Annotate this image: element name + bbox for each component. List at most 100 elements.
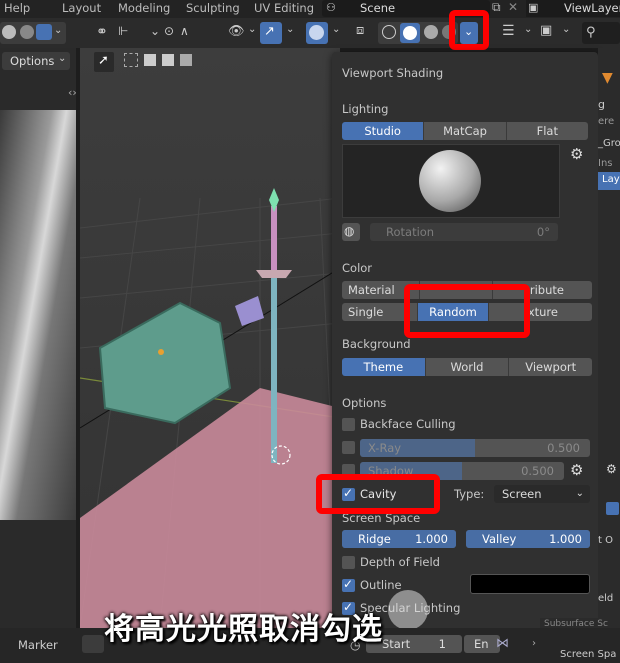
visibility-eye-icon[interactable]: 👁	[228, 24, 245, 39]
tab-sculpting[interactable]: Sculpting	[186, 1, 240, 15]
gear-icon[interactable]: ⚙	[570, 145, 583, 163]
new-scene-icon[interactable]: ⧉	[492, 0, 501, 15]
select-extend-icon[interactable]	[144, 54, 156, 66]
background-viewport-option[interactable]: Viewport	[509, 358, 592, 376]
gear-icon[interactable]: ⚙	[570, 461, 583, 479]
select-subtract-icon[interactable]	[162, 54, 174, 66]
chevron-down-icon[interactable]: ⌄	[332, 24, 340, 35]
chevron-down-icon[interactable]: ⌄	[562, 24, 570, 35]
rendered-shading-icon[interactable]	[36, 24, 52, 40]
options-label: Options	[10, 54, 55, 68]
outline-checkbox[interactable]	[342, 577, 355, 592]
rotation-label: Rotation	[386, 225, 435, 239]
wireframe-shading-icon[interactable]	[382, 25, 396, 39]
display-mode-icon[interactable]: ▣	[540, 23, 552, 38]
solid-shading-icon[interactable]	[2, 25, 16, 39]
screen-space-panel-label[interactable]: Screen Spa	[560, 649, 616, 660]
rotation-field[interactable]: Rotation 0°	[370, 223, 558, 241]
marker-menu[interactable]: Marker	[18, 638, 58, 652]
record-toggle[interactable]	[82, 635, 104, 653]
viewport-header: ⌄ ⚭ ⊩ ⌄ ⊙ ∧ 👁 ⌄ ↗ ⌄ ⌄ ⧈ ⌄ ☰ ⌄ ▣ ⌄ ⚲	[0, 10, 620, 50]
keyframe-nodes-icon[interactable]: ⋈	[496, 636, 509, 651]
gizmo-toggle-button[interactable]: ↗	[260, 22, 282, 44]
right-ere-label: ere	[598, 116, 615, 127]
rotation-value: 0°	[536, 225, 550, 239]
workspace-tabs-bar: Help Layout Modeling Sculpting UV Editin…	[0, 0, 620, 18]
background-theme-option[interactable]: Theme	[342, 358, 426, 376]
cavity-type-label: Type:	[454, 487, 485, 501]
chevron-down-icon[interactable]: ⌄	[286, 24, 294, 35]
valley-field[interactable]: Valley 1.000	[466, 530, 590, 548]
background-world-option[interactable]: World	[425, 358, 510, 376]
tab-uv-editing[interactable]: UV Editing	[254, 1, 314, 15]
tool-triangle-icon: ▼	[602, 70, 613, 86]
xray-slider[interactable]: X-Ray 0.500	[360, 439, 590, 457]
panel-title: Viewport Shading	[342, 66, 444, 80]
material-shading-icon[interactable]	[20, 25, 34, 39]
panel-expand-arrow-icon[interactable]: ›	[532, 638, 536, 649]
select-invert-icon[interactable]	[180, 54, 192, 66]
tab-layout[interactable]: Layout	[62, 1, 101, 15]
options-dropdown[interactable]: Options ⌄	[2, 52, 70, 70]
lighting-options: Studio MatCap Flat	[342, 122, 588, 140]
backface-culling-label: Backface Culling	[360, 417, 456, 431]
ridge-label: Ridge	[358, 532, 391, 546]
overlays-toggle-button[interactable]	[306, 22, 328, 44]
mouse-cursor-indicator	[388, 590, 428, 630]
viewport-shading-popover: Viewport Shading Lighting Studio MatCap …	[332, 52, 598, 632]
ridge-field[interactable]: Ridge 1.000	[342, 530, 456, 548]
outline-color-swatch[interactable]	[470, 574, 590, 594]
solid-shading-button[interactable]	[400, 23, 420, 43]
menu-help[interactable]: Help	[4, 1, 30, 15]
box-select-icon[interactable]	[124, 53, 138, 67]
editor-type-icon[interactable]: ☰	[502, 23, 515, 39]
depth-of-field-label: Depth of Field	[360, 555, 440, 569]
chevron-down-icon[interactable]: ⌄	[248, 24, 256, 35]
options-label: Options	[342, 396, 387, 410]
transform-icon[interactable]: ⚭	[96, 24, 108, 40]
xray-checkbox[interactable]	[342, 441, 355, 454]
material-preview-icon[interactable]	[424, 25, 438, 39]
depth-of-field-checkbox[interactable]	[342, 556, 355, 569]
xray-toggle-icon[interactable]: ⧈	[356, 23, 364, 38]
viewport-shading-buttons	[378, 22, 458, 44]
right-to-label: t O	[598, 535, 613, 546]
studio-light-preview[interactable]	[342, 144, 560, 218]
search-input[interactable]: ⚲	[582, 22, 620, 44]
scene-icon: ⚇	[326, 1, 336, 14]
snap-icon[interactable]: ⊩	[118, 24, 128, 38]
cavity-type-dropdown[interactable]: Screen ⌄	[494, 485, 590, 503]
world-space-lighting-toggle[interactable]: ◍	[342, 223, 360, 241]
proportional-edit-icon[interactable]: ⊙	[164, 24, 174, 38]
highlight-random-option	[404, 284, 530, 338]
cavity-type-value: Screen	[502, 487, 542, 501]
xray-value: 0.500	[547, 441, 580, 455]
properties-panel-edge: g ▼ ere _Gro Ins Lay ⚙ t O eld	[598, 48, 620, 628]
chevron-down-icon[interactable]: ⌄	[524, 24, 532, 35]
gizmo-icon: ↗	[264, 24, 275, 39]
tab-modeling[interactable]: Modeling	[118, 1, 170, 15]
3d-viewport[interactable]: ➚	[80, 48, 340, 628]
active-layer-row[interactable]: Lay	[598, 172, 620, 190]
chevron-down-icon[interactable]: ⌄	[150, 24, 160, 38]
falloff-icon[interactable]: ∧	[180, 24, 189, 38]
end-frame-field[interactable]: En	[464, 635, 500, 653]
backface-culling-checkbox[interactable]	[342, 418, 355, 431]
chevron-down-icon[interactable]: ⌄	[54, 25, 62, 36]
right-ins-label: Ins	[598, 158, 613, 169]
select-tool-button[interactable]: ➚	[94, 52, 114, 72]
outline-label: Outline	[360, 578, 402, 592]
video-subtitle: 将高光光照取消勾选	[104, 612, 383, 647]
right-checkbox[interactable]	[606, 502, 619, 515]
lighting-matcap-option[interactable]: MatCap	[424, 122, 507, 140]
reference-image	[0, 110, 76, 520]
start-label: Start	[382, 637, 411, 651]
collapse-arrows-icon[interactable]: ‹›	[68, 86, 77, 99]
lighting-studio-option[interactable]: Studio	[342, 122, 425, 140]
view-layer-selector[interactable]: ▣ ViewLayer	[526, 0, 620, 17]
shadow-value: 0.500	[521, 464, 554, 478]
lighting-flat-option[interactable]: Flat	[506, 122, 588, 140]
close-icon[interactable]: ✕	[508, 0, 518, 14]
start-value: 1	[438, 637, 446, 651]
right-gear-icon[interactable]: ⚙	[606, 462, 617, 476]
